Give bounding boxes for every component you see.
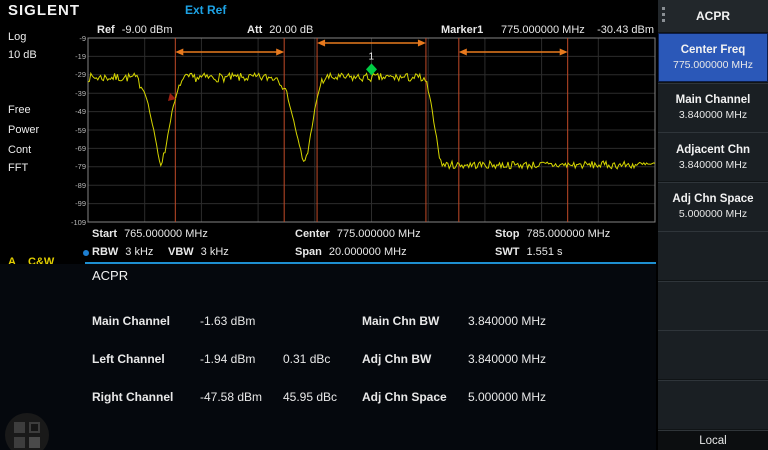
span-label: Span <box>295 246 322 258</box>
menu-pages-icon <box>662 7 665 22</box>
acpr-row3-rel: 45.95 dBc <box>283 390 337 404</box>
swt-value: 1.551 s <box>526 246 562 258</box>
vbw-readout: VBW 3 kHz <box>168 246 229 258</box>
center-freq-readout: Center 775.000000 MHz <box>295 228 421 240</box>
y-tick--89: -89 <box>62 181 86 190</box>
softkey-value: 3.840000 MHz <box>679 109 747 121</box>
y-tick--79: -79 <box>62 162 86 171</box>
start-label: Start <box>92 228 117 240</box>
y-tick--19: -19 <box>62 52 86 61</box>
local-button[interactable]: Local <box>658 430 768 450</box>
stop-freq-readout: Stop 785.000000 MHz <box>495 228 610 240</box>
acpr-row3-power: -47.58 dBm <box>200 390 262 404</box>
app-grid-icon[interactable] <box>5 413 49 450</box>
acpr-row1-name: Main Channel <box>92 314 170 328</box>
softkey-value: 3.840000 MHz <box>679 159 747 171</box>
center-value: 775.000000 MHz <box>337 228 421 240</box>
softkey-menu-title: ACPR <box>658 0 768 32</box>
y-tick--49: -49 <box>62 107 86 116</box>
acpr-row2-bw_label: Adj Chn BW <box>362 352 431 366</box>
stop-value: 785.000000 MHz <box>526 228 610 240</box>
softkey-label: Center Freq <box>681 44 746 56</box>
acpr-row2-name: Left Channel <box>92 352 165 366</box>
acpr-row1-bw: 3.840000 MHz <box>468 314 546 328</box>
softkey-empty-5[interactable] <box>658 231 768 280</box>
acpr-row2-rel: 0.31 dBc <box>283 352 330 366</box>
acpr-row1-bw_label: Main Chn BW <box>362 314 439 328</box>
section-divider <box>85 262 656 264</box>
softkey-label: Adjacent Chn <box>676 144 750 156</box>
softkey-label: Adj Chn Space <box>672 193 753 205</box>
center-label: Center <box>295 228 330 240</box>
acpr-row2-power: -1.94 dBm <box>200 352 255 366</box>
start-value: 765.000000 MHz <box>124 228 208 240</box>
y-tick--69: -69 <box>62 144 86 153</box>
softkey-value: 5.000000 MHz <box>679 208 747 220</box>
softkey-menu: ACPR Center Freq 775.000000 MHz Main Chann… <box>658 0 768 450</box>
vbw-value: 3 kHz <box>201 246 229 258</box>
softkey-center-freq[interactable]: Center Freq 775.000000 MHz <box>658 33 768 82</box>
rbw-readout: RBW 3 kHz <box>92 246 153 258</box>
y-tick--99: -99 <box>62 199 86 208</box>
spectrum-analyzer-screen: SIGLENT Ext Ref Ref -9.00 dBm Att 20.00 … <box>0 0 768 450</box>
softkey-main-channel[interactable]: Main Channel 3.840000 MHz <box>658 83 768 132</box>
softkey-adj-chn-space[interactable]: Adj Chn Space 5.000000 MHz <box>658 182 768 231</box>
start-freq-readout: Start 765.000000 MHz <box>92 228 208 240</box>
y-tick--109: -109 <box>62 218 86 227</box>
svg-text:1: 1 <box>369 51 375 62</box>
acpr-row3-bw: 5.000000 MHz <box>468 390 546 404</box>
y-tick--9: -9 <box>62 34 86 43</box>
y-tick--39: -39 <box>62 89 86 98</box>
stop-label: Stop <box>495 228 519 240</box>
acpr-row3-bw_label: Adj Chn Space <box>362 390 447 404</box>
y-tick--59: -59 <box>62 126 86 135</box>
span-value: 20.000000 MHz <box>329 246 407 258</box>
menu-title-text: ACPR <box>696 9 730 23</box>
rbw-label: RBW <box>92 246 118 258</box>
y-tick--29: -29 <box>62 70 86 79</box>
span-readout: Span 20.000000 MHz <box>295 246 407 258</box>
rbw-value: 3 kHz <box>125 246 153 258</box>
rbw-bullet-icon <box>83 250 89 256</box>
softkey-adjacent-chn[interactable]: Adjacent Chn 3.840000 MHz <box>658 132 768 181</box>
acpr-row1-power: -1.63 dBm <box>200 314 255 328</box>
softkey-empty-6[interactable] <box>658 281 768 330</box>
softkey-empty-7[interactable] <box>658 330 768 379</box>
softkey-value: 775.000000 MHz <box>673 59 753 71</box>
vbw-label: VBW <box>168 246 194 258</box>
acpr-row3-name: Right Channel <box>92 390 173 404</box>
swt-readout: SWT 1.551 s <box>495 246 563 258</box>
acpr-row2-bw: 3.840000 MHz <box>468 352 546 366</box>
acpr-results-title: ACPR <box>92 268 128 283</box>
softkey-label: Main Channel <box>676 94 751 106</box>
softkey-empty-8[interactable] <box>658 380 768 429</box>
swt-label: SWT <box>495 246 519 258</box>
